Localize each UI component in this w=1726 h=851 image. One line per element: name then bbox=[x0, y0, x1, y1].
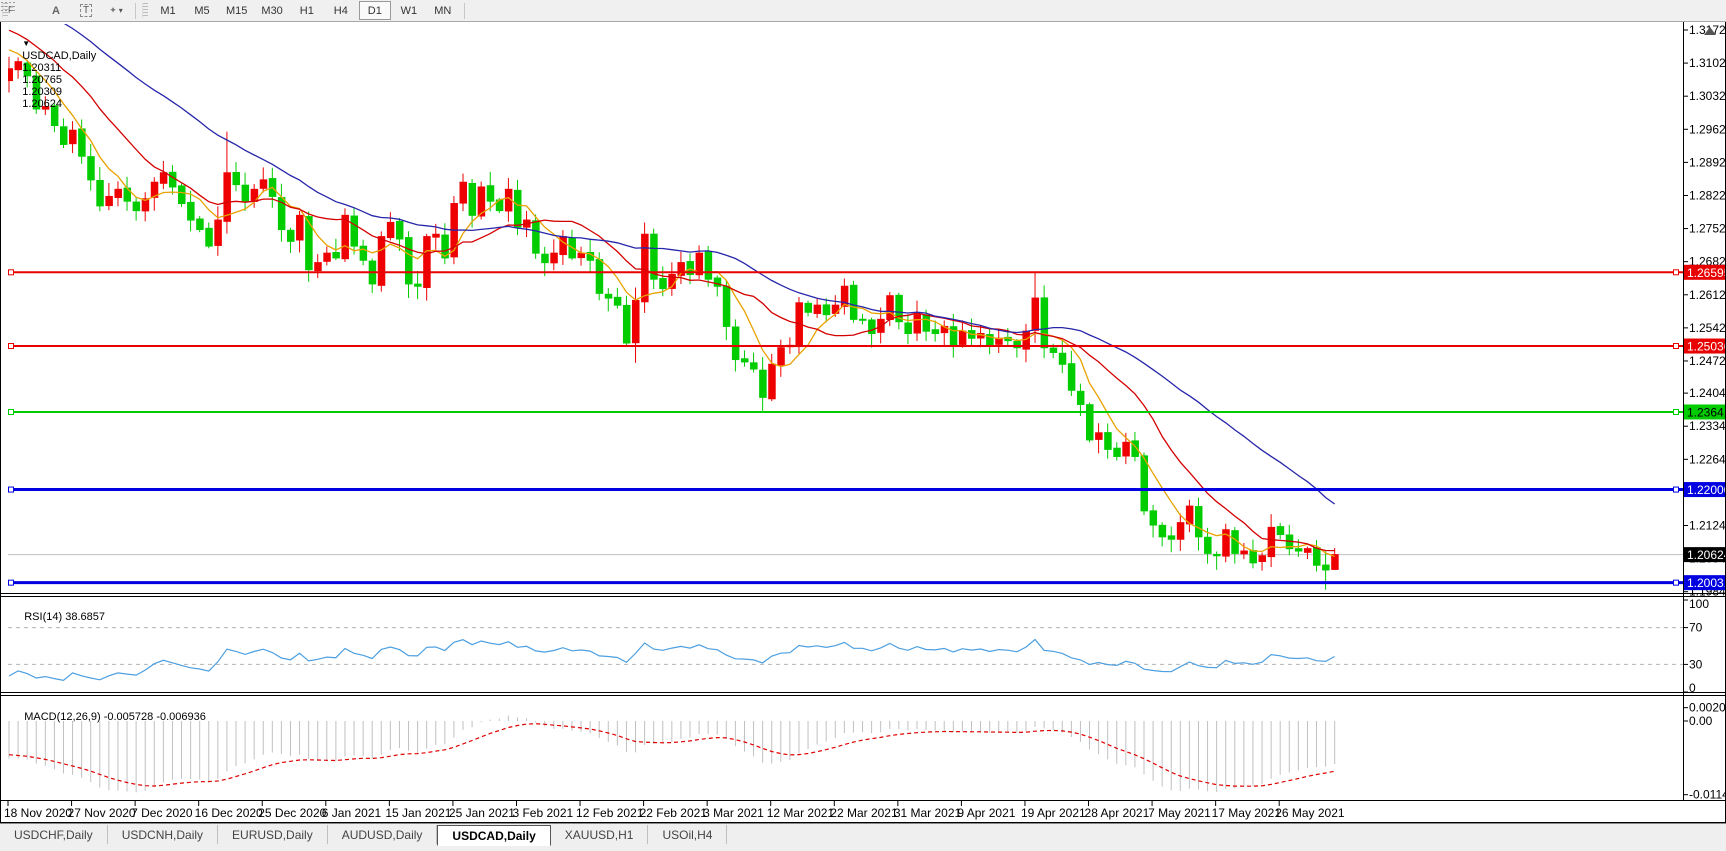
timeframe-W1[interactable]: W1 bbox=[393, 1, 425, 20]
tab-USOil-H4[interactable]: USOil,H4 bbox=[648, 825, 728, 844]
timeframe-M30[interactable]: M30 bbox=[255, 1, 288, 20]
text-tool-button[interactable]: A bbox=[42, 1, 70, 20]
svg-text:6 Jan 2021: 6 Jan 2021 bbox=[322, 806, 382, 820]
tab-USDCAD-Daily[interactable]: USDCAD,Daily bbox=[437, 825, 551, 846]
chart-title: ▼ USDCAD,Daily 1.20311 1.20765 1.20309 1… bbox=[10, 26, 96, 122]
macd-indicator-label: MACD(12,26,9) -0.005728 -0.006936 bbox=[24, 711, 206, 723]
svg-text:1.23641: 1.23641 bbox=[1687, 405, 1726, 419]
toolbar-separator-2 bbox=[463, 2, 465, 19]
tab-EURUSD-Daily[interactable]: EURUSD,Daily bbox=[218, 825, 328, 844]
svg-text:100: 100 bbox=[1689, 597, 1709, 611]
svg-text:27 Nov 2020: 27 Nov 2020 bbox=[68, 806, 136, 820]
svg-text:1.23340: 1.23340 bbox=[1689, 419, 1726, 433]
timeframe-drag-handle[interactable] bbox=[142, 3, 148, 18]
chart-tabs-bar: USDCHF,Daily USDCNH,Daily EURUSD,Daily AUDU… bbox=[0, 823, 1726, 851]
toolbar-separator bbox=[135, 2, 136, 19]
svg-text:12 Feb 2021: 12 Feb 2021 bbox=[576, 806, 644, 820]
ohlc-high: 1.20765 bbox=[22, 74, 62, 86]
price-badge-1.22000: 1.22000 bbox=[1684, 482, 1726, 498]
label-tool-icon: T bbox=[79, 4, 93, 17]
svg-text:1.26595: 1.26595 bbox=[1687, 266, 1726, 280]
price-badge-1.25036: 1.25036 bbox=[1684, 338, 1726, 354]
svg-text:7 Dec 2020: 7 Dec 2020 bbox=[131, 806, 193, 820]
timeframe-MN[interactable]: MN bbox=[427, 1, 459, 20]
svg-text:1.25036: 1.25036 bbox=[1687, 340, 1726, 354]
rsi-indicator-label: RSI(14) 38.6857 bbox=[24, 611, 105, 623]
svg-text:1.30320: 1.30320 bbox=[1689, 89, 1726, 103]
svg-text:22 Feb 2021: 22 Feb 2021 bbox=[640, 806, 708, 820]
timeframe-buttons: M1 M5 M15 M30 H1 H4 D1 W1 MN bbox=[151, 1, 460, 20]
svg-text:1.29620: 1.29620 bbox=[1689, 122, 1726, 136]
svg-text:70: 70 bbox=[1689, 621, 1703, 635]
svg-text:25 Jan 2021: 25 Jan 2021 bbox=[449, 806, 515, 820]
fibonacci-tool-button[interactable]: F bbox=[1, 1, 40, 20]
timeframe-M15[interactable]: M15 bbox=[220, 1, 253, 20]
timeframe-D1[interactable]: D1 bbox=[358, 1, 391, 20]
tab-USDCNH-Daily[interactable]: USDCNH,Daily bbox=[107, 825, 219, 844]
svg-text:1.28920: 1.28920 bbox=[1689, 155, 1726, 169]
ohlc-low: 1.20309 bbox=[22, 86, 62, 98]
svg-text:26 May 2021: 26 May 2021 bbox=[1275, 806, 1345, 820]
svg-text:1.26120: 1.26120 bbox=[1689, 288, 1726, 302]
svg-text:3 Mar 2021: 3 Mar 2021 bbox=[703, 806, 764, 820]
timeframe-M1[interactable]: M1 bbox=[152, 1, 184, 20]
svg-text:1.27520: 1.27520 bbox=[1689, 222, 1726, 236]
symbol-dropdown-icon[interactable]: ▼ bbox=[22, 39, 30, 48]
current-price-badge: 1.20624 bbox=[1684, 547, 1726, 563]
fibonacci-icon: F bbox=[1, 2, 15, 14]
svg-text:31 Mar 2021: 31 Mar 2021 bbox=[894, 806, 962, 820]
chart-background bbox=[0, 21, 1726, 823]
svg-text:1.21240: 1.21240 bbox=[1689, 518, 1726, 532]
tab-XAUUSD-H1[interactable]: XAUUSD,H1 bbox=[550, 825, 649, 844]
svg-text:18 Nov 2020: 18 Nov 2020 bbox=[4, 806, 72, 820]
arrows-icon: ✦ bbox=[109, 5, 117, 15]
svg-text:3 Feb 2021: 3 Feb 2021 bbox=[512, 806, 573, 820]
svg-text:0.002074: 0.002074 bbox=[1689, 701, 1726, 715]
svg-text:15 Jan 2021: 15 Jan 2021 bbox=[385, 806, 451, 820]
timeframe-H4[interactable]: H4 bbox=[325, 1, 357, 20]
svg-text:22 Mar 2021: 22 Mar 2021 bbox=[830, 806, 898, 820]
rsi-value: 38.6857 bbox=[65, 611, 105, 623]
label-tool-button[interactable]: T bbox=[72, 1, 100, 20]
ohlc-open: 1.20311 bbox=[22, 62, 62, 74]
svg-text:1.28220: 1.28220 bbox=[1689, 188, 1726, 202]
svg-text:12 Mar 2021: 12 Mar 2021 bbox=[767, 806, 835, 820]
svg-text:28 Apr 2021: 28 Apr 2021 bbox=[1085, 806, 1150, 820]
macd-main-value: -0.005728 bbox=[103, 711, 154, 723]
tab-USDCHF-Daily[interactable]: USDCHF,Daily bbox=[0, 825, 108, 844]
svg-text:9 Apr 2021: 9 Apr 2021 bbox=[957, 806, 1015, 820]
price-badge-1.23641: 1.23641 bbox=[1684, 404, 1726, 420]
svg-text:1.22000: 1.22000 bbox=[1687, 483, 1726, 497]
price-badge-1.20031: 1.20031 bbox=[1684, 575, 1726, 591]
svg-text:F: F bbox=[8, 5, 14, 14]
svg-text:1.24040: 1.24040 bbox=[1689, 386, 1726, 400]
svg-text:30: 30 bbox=[1689, 657, 1703, 671]
svg-text:-0.011465: -0.011465 bbox=[1689, 788, 1726, 802]
mt4-window: F A T ✦ ▾ M1 M5 M15 M30 H1 H4 D1 W1 MN ▼ USDCAD,… bbox=[0, 0, 1726, 851]
arrows-tool-button[interactable]: ✦ ▾ bbox=[102, 1, 130, 20]
svg-text:17 May 2021: 17 May 2021 bbox=[1212, 806, 1282, 820]
chart-toolbar: F A T ✦ ▾ M1 M5 M15 M30 H1 H4 D1 W1 MN bbox=[0, 0, 1726, 22]
svg-text:19 Apr 2021: 19 Apr 2021 bbox=[1021, 806, 1086, 820]
price-badge-1.26595: 1.26595 bbox=[1684, 264, 1726, 280]
svg-text:1.20031: 1.20031 bbox=[1687, 576, 1726, 590]
svg-text:7 May 2021: 7 May 2021 bbox=[1148, 806, 1211, 820]
timeframe-H1[interactable]: H1 bbox=[291, 1, 323, 20]
svg-text:25 Dec 2020: 25 Dec 2020 bbox=[258, 806, 326, 820]
svg-text:16 Dec 2020: 16 Dec 2020 bbox=[195, 806, 263, 820]
svg-text:1.22640: 1.22640 bbox=[1689, 452, 1726, 466]
svg-text:1.25420: 1.25420 bbox=[1689, 321, 1726, 335]
chart-symbol: USDCAD,Daily bbox=[22, 50, 97, 62]
svg-text:1.20624: 1.20624 bbox=[1687, 548, 1726, 562]
macd-signal-value: -0.006936 bbox=[156, 711, 206, 723]
svg-text:0.00: 0.00 bbox=[1689, 714, 1713, 728]
svg-text:1.24720: 1.24720 bbox=[1689, 354, 1726, 368]
tab-AUDUSD-Daily[interactable]: AUDUSD,Daily bbox=[327, 825, 438, 844]
ohlc-close: 1.20624 bbox=[22, 98, 62, 110]
svg-text:1.31020: 1.31020 bbox=[1689, 56, 1726, 70]
chart-canvas[interactable]: 1.317201.310201.303201.296201.289201.282… bbox=[0, 0, 1726, 851]
dropdown-caret-icon: ▾ bbox=[118, 6, 123, 15]
timeframe-M5[interactable]: M5 bbox=[186, 1, 218, 20]
